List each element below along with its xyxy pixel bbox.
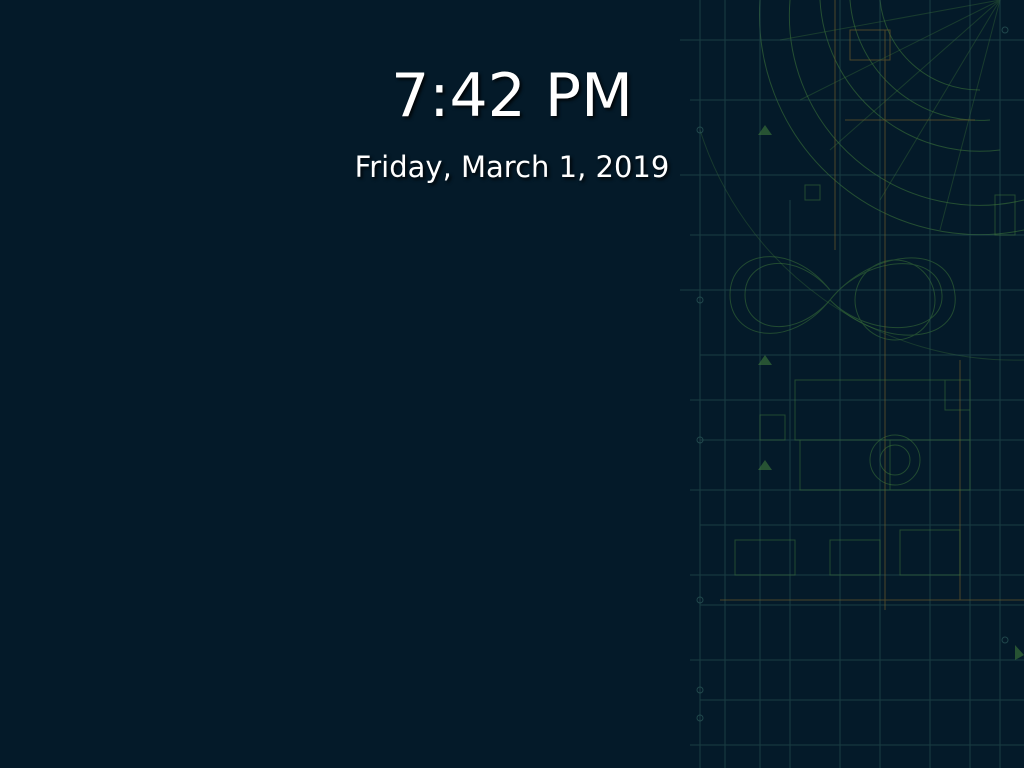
lock-screen[interactable]: 7:42 PM Friday, March 1, 2019 [0, 0, 1024, 768]
lock-screen-time: 7:42 PM [391, 61, 633, 131]
lock-screen-date: Friday, March 1, 2019 [354, 150, 670, 184]
